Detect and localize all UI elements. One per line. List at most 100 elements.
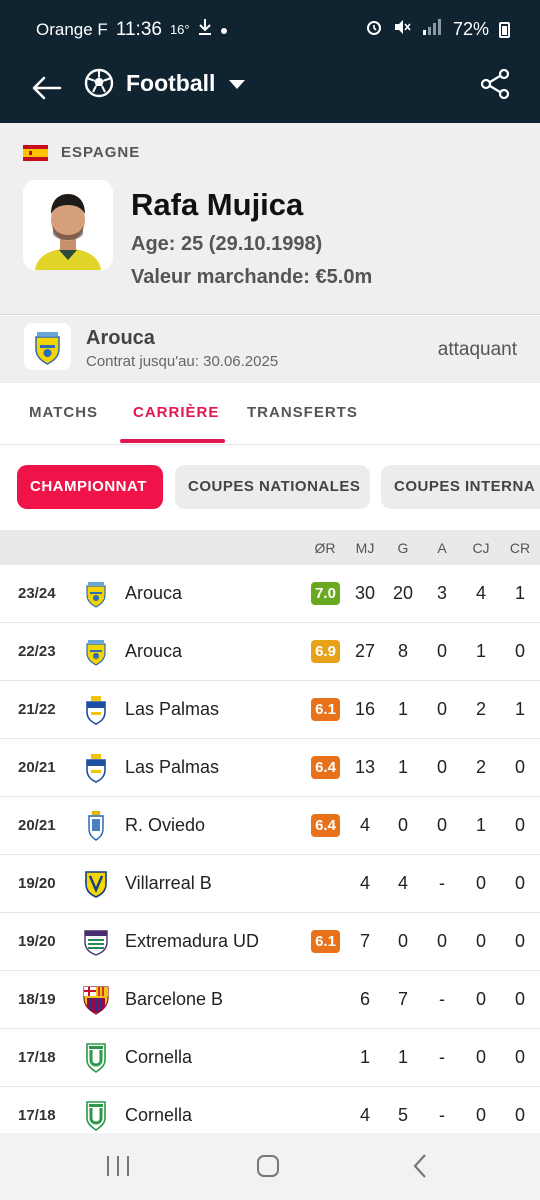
soccer-ball-icon[interactable] [84,68,114,98]
g-cell: 4 [397,873,408,893]
table-row[interactable]: 18/19 Barcelone B 6 7 - 0 0 [0,971,540,1029]
cj-cell: 2 [475,757,486,777]
table-row[interactable]: 22/23 Arouca 6.9 27 8 0 1 0 [0,623,540,681]
club-name: Arouca [125,641,183,661]
a-cell: - [439,1105,445,1125]
recent-apps-button[interactable] [98,1151,138,1181]
g-cell: 8 [397,641,408,661]
mj-cell: 7 [359,931,370,951]
back-button[interactable] [26,68,66,108]
table-row[interactable]: 19/20 Villarreal B 4 4 - 0 0 [0,855,540,913]
active-tab-indicator [120,439,225,443]
table-row[interactable]: 23/24 Arouca 7.0 30 20 3 4 1 [0,565,540,623]
chip-coupes-internationales[interactable]: COUPES INTERNA [381,465,540,509]
mj-cell: 4 [359,873,370,893]
cr-cell: 0 [514,1105,525,1125]
season-cell: 23/24 [18,585,56,602]
rating-badge: 6.1 [311,698,340,721]
a-cell: - [439,989,445,1009]
battery-percent: 72% [452,19,489,39]
chevron-left-icon [413,1154,426,1178]
club-name: Las Palmas [125,699,220,719]
arouca-logo [79,577,113,611]
current-team-row[interactable]: Arouca Contrat jusqu'au: 30.06.2025 atta… [0,316,540,383]
status-bar: Orange F 11:36 16° 72% [0,0,540,60]
table-row[interactable]: 17/18 Cornella 1 1 - 0 0 [0,1029,540,1087]
cr-cell: 1 [514,583,525,603]
tab-carriere[interactable]: CARRIÈRE [133,404,219,421]
cr-cell: 0 [514,815,525,835]
table-header: ØR MJ G A CJ CR [0,530,540,565]
chevron-down-icon[interactable] [229,80,245,89]
rating-badge: 6.4 [311,814,340,837]
download-icon [198,18,212,41]
header-cr: CR [509,540,531,556]
club-name: Cornella [125,1105,193,1125]
mj-cell: 13 [354,757,376,777]
cj-cell: 2 [475,699,486,719]
cr-cell: 0 [514,1047,525,1067]
season-cell: 19/20 [18,875,56,892]
carrier-name: Orange F [36,19,108,39]
season-cell: 21/22 [18,701,56,718]
club-name: Barcelone B [125,989,224,1009]
cj-cell: 1 [475,641,486,661]
player-country[interactable]: ESPAGNE [61,144,140,161]
season-cell: 20/21 [18,817,56,834]
tab-bar: MATCHS CARRIÈRE TRANSFERTS [0,383,540,445]
season-cell: 22/23 [18,643,56,660]
mj-cell: 16 [354,699,376,719]
cj-cell: 0 [475,931,486,951]
header-cj: CJ [472,540,490,556]
club-name: Las Palmas [125,757,220,777]
a-cell: 0 [436,699,447,719]
sport-selector-title[interactable]: Football [126,70,215,97]
chip-coupes-nationales[interactable]: COUPES NATIONALES [175,465,370,509]
g-cell: 1 [397,699,408,719]
chip-championnat[interactable]: CHAMPIONNAT [17,465,163,509]
mj-cell: 6 [359,989,370,1009]
home-icon [257,1155,279,1177]
las-palmas-logo [79,751,113,785]
system-nav-bar [0,1133,540,1200]
arouca-logo [24,323,71,370]
tab-transferts[interactable]: TRANSFERTS [247,404,358,421]
tab-matchs[interactable]: MATCHS [29,404,98,421]
g-cell: 0 [397,931,408,951]
a-cell: - [439,873,445,893]
oviedo-logo [79,809,113,843]
header-a: A [437,540,447,556]
season-cell: 18/19 [18,991,56,1008]
cr-cell: 0 [514,989,525,1009]
mj-cell: 1 [359,1047,370,1067]
share-button[interactable] [480,68,512,100]
g-cell: 7 [397,989,408,1009]
cj-cell: 0 [475,1105,486,1125]
spain-flag-icon [23,145,48,161]
table-row[interactable]: 19/20 Extremadura UD 6.1 7 0 0 0 0 [0,913,540,971]
header-mj: MJ [355,540,375,556]
arouca-logo [79,635,113,669]
career-table: ØR MJ G A CJ CR 23/24 Arouca 7.0 30 20 3 4 1 22/… [0,530,540,1145]
cornella-logo [79,1099,113,1133]
table-row[interactable]: 20/21 Las Palmas 6.4 13 1 0 2 0 [0,739,540,797]
g-cell: 0 [397,815,408,835]
cr-cell: 0 [514,873,525,893]
team-name[interactable]: Arouca [86,327,155,350]
cj-cell: 4 [475,583,486,603]
system-back-button[interactable] [400,1151,440,1181]
club-name: Cornella [125,1047,193,1067]
a-cell: - [439,1047,445,1067]
player-header: ESPAGNE Rafa Mujica Age: 25 (29.10.1998)… [0,123,540,315]
home-button[interactable] [248,1151,288,1181]
table-row[interactable]: 21/22 Las Palmas 6.1 16 1 0 2 1 [0,681,540,739]
status-left: Orange F 11:36 16° [36,18,228,41]
cr-cell: 0 [514,641,525,661]
cornella-logo [79,1041,113,1075]
contract-until: Contrat jusqu'au: 30.06.2025 [86,353,279,370]
g-cell: 20 [392,583,414,603]
table-body: 23/24 Arouca 7.0 30 20 3 4 1 22/23 Arouca 6.9 27 8 0 1… [0,565,540,1145]
table-row[interactable]: 20/21 R. Oviedo 6.4 4 0 0 1 0 [0,797,540,855]
g-cell: 5 [397,1105,408,1125]
clock: 11:36 [115,18,162,40]
